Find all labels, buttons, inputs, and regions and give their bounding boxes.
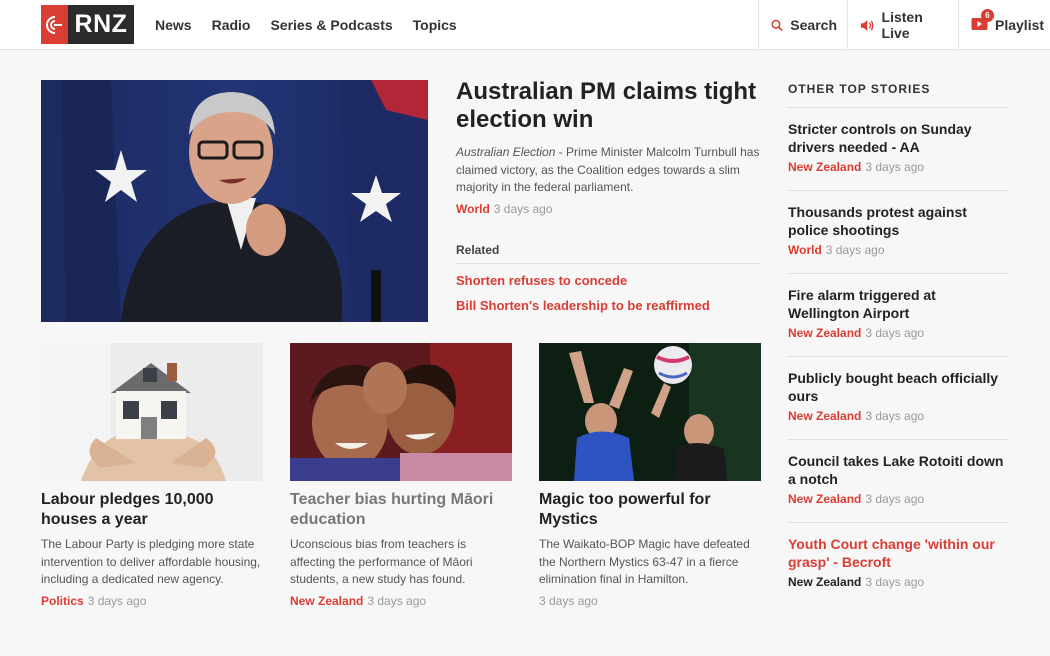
story-summary: The Waikato-BOP Magic have defeated the …: [539, 537, 750, 586]
sidebar-story-category-link[interactable]: New Zealand: [788, 492, 861, 506]
story-title[interactable]: Teacher bias hurting Māori education: [290, 490, 512, 530]
story-meta: Politics 3 days ago: [41, 594, 263, 608]
listen-live-label: Listen Live: [881, 9, 923, 41]
sidebar-story-time: 3 days ago: [865, 409, 925, 423]
story-meta: 3 days ago: [539, 594, 761, 608]
story-card-teacher-bias: Teacher bias hurting Māori education Uco…: [290, 343, 512, 608]
sidebar-story-category-link[interactable]: New Zealand: [788, 409, 861, 423]
sidebar-story-category-link[interactable]: New Zealand: [788, 160, 861, 174]
sidebar-story-title[interactable]: Stricter controls on Sunday drivers need…: [788, 121, 1008, 156]
hero-time: 3 days ago: [493, 202, 553, 216]
playlist-icon-wrap: 6: [971, 8, 995, 34]
sidebar-story-category-link[interactable]: New Zealand: [788, 575, 861, 589]
sidebar-story-title[interactable]: Council takes Lake Rotoiti down a notch: [788, 453, 1008, 488]
sidebar-story-meta: New Zealand 3 days ago: [788, 160, 1008, 174]
story-category-link[interactable]: Politics: [41, 594, 84, 608]
sidebar-story-time: 3 days ago: [865, 492, 925, 506]
story-summary: The Labour Party is pledging more state …: [41, 537, 261, 586]
story-time: 3 days ago: [87, 593, 147, 608]
related-heading: Related: [456, 243, 761, 264]
sidebar-story-title[interactable]: Publicly bought beach officially ours: [788, 370, 1008, 405]
related-link-shorten-concede[interactable]: Shorten refuses to concede: [456, 273, 627, 288]
playlist-count-badge: 6: [981, 8, 994, 22]
rnz-logo-text: RNZ: [74, 10, 128, 38]
hero-meta: World 3 days ago: [456, 202, 553, 216]
sidebar-story-category-link[interactable]: New Zealand: [788, 326, 861, 340]
search-button[interactable]: Search: [758, 0, 847, 50]
main-nav: News Radio Series & Podcasts Topics: [155, 0, 477, 50]
story-title[interactable]: Magic too powerful for Mystics: [539, 490, 761, 530]
sidebar-story-title[interactable]: Thousands protest against police shootin…: [788, 204, 1008, 239]
hero-title[interactable]: Australian PM claims tight election win: [456, 78, 761, 134]
other-top-stories: OTHER TOP STORIES Stricter controls on S…: [788, 82, 1008, 606]
story-image-children[interactable]: [290, 343, 512, 481]
playlist-button[interactable]: 6 Playlist: [958, 0, 1050, 50]
hero-summary: Australian Election - Prime Minister Mal…: [456, 144, 761, 197]
related-link-shorten-leadership[interactable]: Bill Shorten's leadership to be reaffirm…: [456, 298, 710, 313]
sidebar-story: Youth Court change 'within our grasp' - …: [788, 523, 1008, 606]
sidebar-story-meta: New Zealand 3 days ago: [788, 492, 1008, 506]
story-summary: Uconscious bias from teachers is affecti…: [290, 537, 473, 586]
sidebar-story-meta: New Zealand 3 days ago: [788, 575, 1008, 589]
sidebar-story-time: 3 days ago: [865, 575, 925, 589]
sidebar-story: Council takes Lake Rotoiti down a notch …: [788, 440, 1008, 523]
search-label: Search: [790, 17, 837, 33]
rnz-logo[interactable]: RNZ: [41, 5, 134, 44]
site-header: RNZ News Radio Series & Podcasts Topics …: [0, 0, 1050, 50]
sidebar-story: Stricter controls on Sunday drivers need…: [788, 108, 1008, 191]
sidebar-story-meta: New Zealand 3 days ago: [788, 409, 1008, 423]
other-top-stories-heading: OTHER TOP STORIES: [788, 82, 1008, 108]
sidebar-story: Thousands protest against police shootin…: [788, 191, 1008, 274]
hero-summary-prefix: Australian Election: [456, 145, 556, 159]
story-card-netball: Magic too powerful for Mystics The Waika…: [539, 343, 761, 608]
nav-radio[interactable]: Radio: [212, 17, 251, 33]
nav-topics[interactable]: Topics: [413, 17, 457, 33]
hero-image[interactable]: [41, 80, 428, 322]
story-meta: New Zealand 3 days ago: [290, 594, 512, 608]
story-image-house[interactable]: [41, 343, 263, 481]
story-card-labour: Labour pledges 10,000 houses a year The …: [41, 343, 263, 608]
sidebar-story-title[interactable]: Youth Court change 'within our grasp' - …: [788, 536, 1008, 571]
story-time: 3 days ago: [367, 593, 427, 608]
sidebar-story-title[interactable]: Fire alarm triggered at Wellington Airpo…: [788, 287, 1008, 322]
rnz-logo-mark-icon: [41, 5, 68, 44]
story-image-netball[interactable]: [539, 343, 761, 481]
sidebar-story: Publicly bought beach officially ours Ne…: [788, 357, 1008, 440]
sidebar-story-category-link[interactable]: World: [788, 243, 822, 257]
header-tools: Search Listen Live 6 Playlist: [758, 0, 1050, 50]
story-time: 3 days ago: [539, 593, 598, 608]
sidebar-story: Fire alarm triggered at Wellington Airpo…: [788, 274, 1008, 357]
search-icon: [771, 19, 783, 31]
story-title[interactable]: Labour pledges 10,000 houses a year: [41, 490, 263, 530]
nav-series-podcasts[interactable]: Series & Podcasts: [270, 17, 392, 33]
nav-news[interactable]: News: [155, 17, 192, 33]
sidebar-story-meta: World 3 days ago: [788, 243, 1008, 257]
sidebar-story-meta: New Zealand 3 days ago: [788, 326, 1008, 340]
speaker-icon: [860, 19, 874, 31]
sidebar-story-time: 3 days ago: [865, 326, 925, 340]
listen-live-button[interactable]: Listen Live: [847, 0, 958, 50]
hero-category-link[interactable]: World: [456, 202, 490, 216]
sidebar-story-time: 3 days ago: [865, 160, 925, 174]
story-category-link[interactable]: New Zealand: [290, 594, 363, 608]
sidebar-story-time: 3 days ago: [825, 243, 885, 257]
playlist-label: Playlist: [995, 17, 1045, 33]
